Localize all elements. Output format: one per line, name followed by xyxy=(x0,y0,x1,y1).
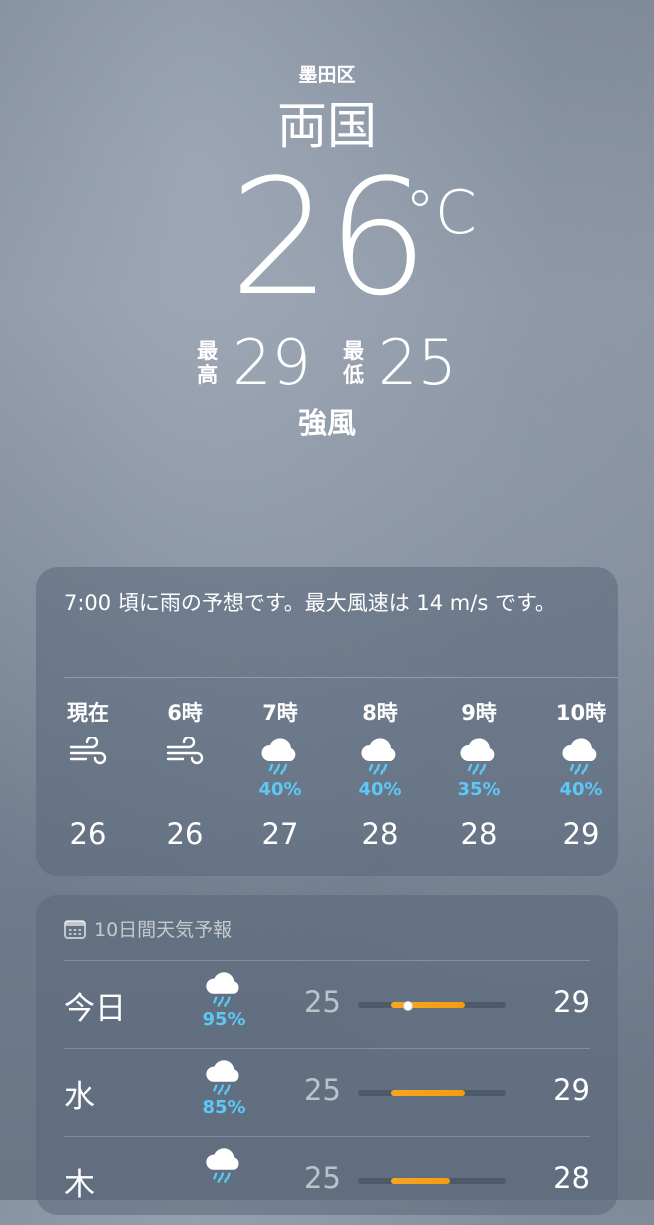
cloud-rain-icon xyxy=(457,737,501,779)
hour-icon-slot xyxy=(536,737,626,779)
district-name: 墨田区 xyxy=(298,64,356,86)
ten-day-title: 10日間天気予報 xyxy=(94,919,233,941)
precip-chance: 35% xyxy=(457,779,501,800)
hourly-item: 8時 40% 28 xyxy=(335,697,425,851)
range-fill xyxy=(390,1178,450,1184)
ten-day-header: 10日間天気予報 xyxy=(64,915,232,942)
cloud-rain-icon xyxy=(358,737,402,779)
calendar-icon xyxy=(64,919,86,939)
day-low: 25 xyxy=(304,1161,341,1195)
hour-temperature: 27 xyxy=(261,817,299,851)
divider xyxy=(64,677,618,678)
ten-day-forecast-card[interactable]: 10日間天気予報 今日 95% 25 29 水 85% 25 29 木 25 28 xyxy=(36,895,618,1215)
hour-icon-slot xyxy=(235,737,325,779)
day-row[interactable]: 今日 95% 25 29 xyxy=(36,961,618,1049)
day-row[interactable]: 木 25 28 xyxy=(36,1137,618,1225)
temperature-range-bar xyxy=(358,1178,506,1184)
day-icon-slot: 85% xyxy=(194,1059,254,1118)
hour-icon-slot xyxy=(43,735,133,779)
day-name: 木 xyxy=(64,1167,95,1203)
precip-chance: 40% xyxy=(559,779,603,800)
hour-icon-slot xyxy=(335,737,425,779)
day-icon-slot xyxy=(194,1147,254,1187)
precip-chance: 40% xyxy=(258,779,302,800)
hour-label: 10時 xyxy=(555,701,607,725)
current-temperature-block: 26 °C xyxy=(0,158,654,318)
hourly-item: 9時 35% 28 xyxy=(434,697,524,851)
wind-icon xyxy=(165,735,205,771)
precip-chance: 40% xyxy=(358,779,402,800)
hourly-item: 7時 40% 27 xyxy=(235,697,325,851)
hour-temperature: 26 xyxy=(166,817,204,851)
hourly-forecast-card[interactable]: 7:00 頃に雨の予想です。最大風速は 14 m/s です。 現在 26 6時 26 7… xyxy=(36,567,618,876)
day-high: 28 xyxy=(553,1161,590,1195)
condition-text: 強風 xyxy=(297,406,356,440)
range-fill xyxy=(390,1002,465,1008)
low-temperature: 25 xyxy=(378,326,457,399)
hourly-item: 現在 26 xyxy=(43,697,133,851)
hour-temperature: 28 xyxy=(361,817,399,851)
hour-label: 現在 xyxy=(67,701,109,725)
hourly-item: 10時 40% 29 xyxy=(536,697,626,851)
cloud-rain-icon xyxy=(258,737,302,779)
current-temp-marker xyxy=(402,1001,413,1011)
day-high: 29 xyxy=(553,985,590,1019)
hour-temperature: 28 xyxy=(460,817,498,851)
hour-label: 9時 xyxy=(461,701,497,725)
day-icon-slot: 95% xyxy=(194,971,254,1030)
temperature-unit: °C xyxy=(405,178,477,248)
precip-chance: 95% xyxy=(202,1009,246,1031)
precip-chance xyxy=(140,779,230,803)
day-low: 25 xyxy=(304,985,341,1019)
high-low: 最高 29 最低 25 xyxy=(0,326,654,399)
hour-label: 6時 xyxy=(167,701,203,725)
range-fill xyxy=(390,1090,465,1096)
wind-icon xyxy=(68,735,108,771)
hour-temperature: 29 xyxy=(562,817,600,851)
hour-icon-slot xyxy=(434,737,524,779)
precip-chance xyxy=(43,779,133,803)
high-label: 最高 xyxy=(197,338,219,387)
hourly-summary: 7:00 頃に雨の予想です。最大風速は 14 m/s です。 xyxy=(64,591,556,615)
hour-temperature: 26 xyxy=(69,817,107,851)
cloud-rain-icon xyxy=(559,737,603,779)
current-temperature: 26 xyxy=(229,144,429,331)
day-row[interactable]: 水 85% 25 29 xyxy=(36,1049,618,1137)
temperature-range-bar xyxy=(358,1001,506,1011)
hourly-item: 6時 26 xyxy=(140,697,230,851)
low-label: 最低 xyxy=(343,338,364,387)
precip-chance: 85% xyxy=(202,1097,246,1119)
high-temperature: 29 xyxy=(232,326,311,399)
day-low: 25 xyxy=(304,1073,341,1107)
hour-label: 7時 xyxy=(262,701,298,725)
cloud-rain-icon xyxy=(203,1148,245,1187)
day-high: 29 xyxy=(553,1073,590,1107)
day-name: 水 xyxy=(64,1079,95,1115)
hour-icon-slot xyxy=(140,735,230,779)
temperature-range-bar xyxy=(358,1090,506,1096)
day-name: 今日 xyxy=(64,991,126,1027)
hour-label: 8時 xyxy=(362,701,398,725)
